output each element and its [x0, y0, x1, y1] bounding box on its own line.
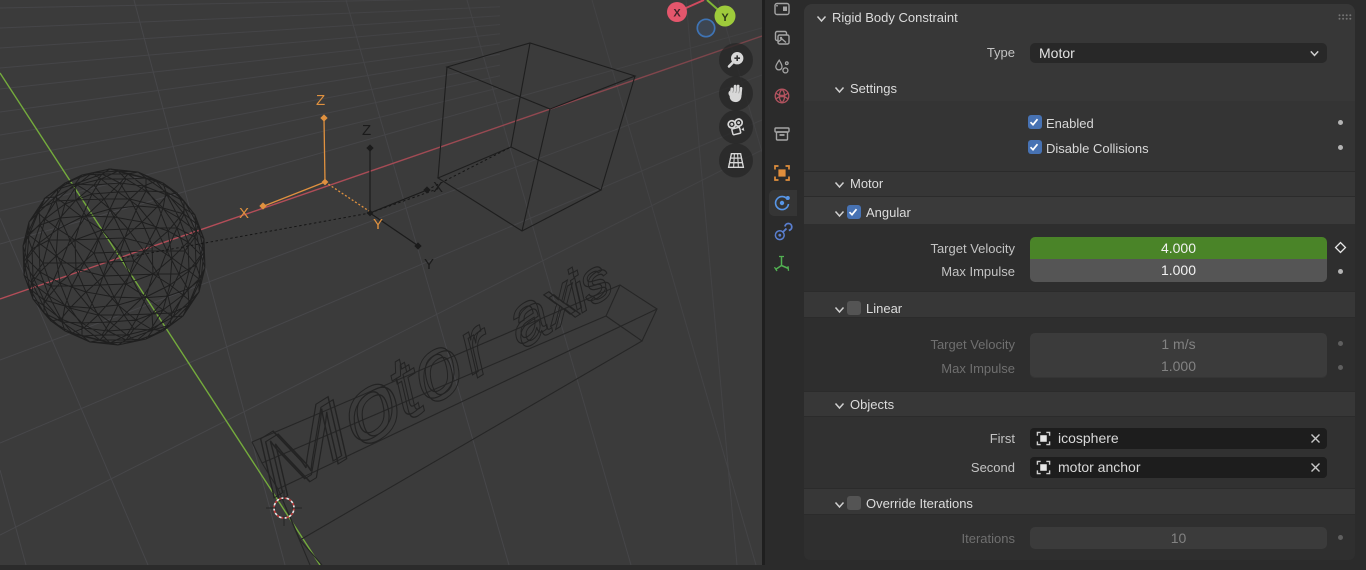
svg-text:Y: Y	[373, 216, 383, 233]
svg-text:Z: Z	[316, 92, 325, 109]
svg-text:X: X	[239, 205, 249, 222]
svg-text:Y: Y	[721, 12, 729, 24]
svg-text:Y: Y	[424, 256, 434, 273]
svg-text:X: X	[433, 179, 443, 196]
svg-text:Z: Z	[362, 122, 371, 139]
svg-text:X: X	[673, 8, 681, 20]
